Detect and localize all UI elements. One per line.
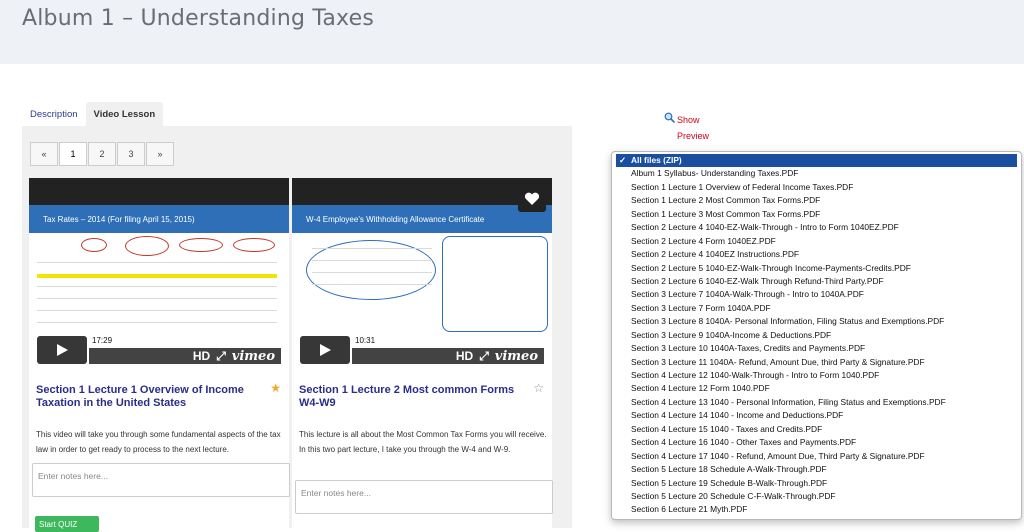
file-option[interactable]: Section 1 Lecture 1 Overview of Federal … [612,181,1021,194]
files-dropdown[interactable]: ✓ All files (ZIP) Album 1 Syllabus- Unde… [611,151,1022,520]
file-option[interactable]: Section 4 Lecture 13 1040 - Personal Inf… [612,396,1021,409]
file-option[interactable]: Section 3 Lecture 10 1040A-Taxes, Credit… [612,342,1021,355]
fullscreen-icon[interactable]: ⤢ [479,349,489,364]
file-option[interactable]: Section 4 Lecture 14 1040 - Income and D… [612,409,1021,422]
fullscreen-icon[interactable]: ⤢ [216,349,226,364]
hd-badge[interactable]: HD [456,349,473,363]
hd-badge[interactable]: HD [193,349,210,363]
pagination-next[interactable]: » [146,142,174,166]
file-option[interactable]: Section 3 Lecture 7 1040A-Walk-Through -… [612,288,1021,301]
vimeo-logo[interactable]: vimeo [495,349,538,364]
page-title: Album 1 – Understanding Taxes [22,6,374,31]
file-option[interactable]: Section 4 Lecture 12 Form 1040.PDF [612,382,1021,395]
page-header: Album 1 – Understanding Taxes [0,0,1024,64]
notes-input[interactable]: Enter notes here... [295,480,553,514]
file-option[interactable]: Section 6 Lecture 21 Myth.PDF [612,503,1021,516]
heart-icon [524,192,540,205]
file-option[interactable]: Section 2 Lecture 5 1040-EZ-Walk-Through… [612,262,1021,275]
tab-description[interactable]: Description [22,102,86,127]
video-player[interactable]: W-4 Employee's Withholding Allowance Cer… [292,178,552,368]
file-option[interactable]: Section 2 Lecture 4 1040-EZ-Walk-Through… [612,221,1021,234]
file-option[interactable]: Section 4 Lecture 15 1040 - Taxes and Cr… [612,423,1021,436]
lecture-description: This video will take you through some fu… [36,430,281,454]
file-option[interactable]: Section 4 Lecture 17 1040 - Refund, Amou… [612,450,1021,463]
checkmark-icon: ✓ [619,155,627,165]
pagination-page-1[interactable]: 1 [59,142,87,166]
lecture-title[interactable]: Section 1 Lecture 2 Most common Forms W4… [299,384,524,410]
file-option[interactable]: Section 5 Lecture 20 Schedule C-F-Walk-T… [612,490,1021,503]
file-option[interactable]: Section 3 Lecture 7 Form 1040A.PDF [612,302,1021,315]
lecture-card: Tax Rates – 2014 (For filing April 15, 2… [29,178,290,528]
slide-title: W-4 Employee's Withholding Allowance Cer… [306,215,485,224]
favorite-star-icon[interactable]: ☆ [533,381,544,395]
lecture-description: This lecture is all about the Most Commo… [299,430,547,454]
pagination-page-2[interactable]: 2 [88,142,116,166]
show-label: Show [677,115,700,125]
file-option[interactable]: Section 2 Lecture 6 1040-EZ-Walk Through… [612,275,1021,288]
notes-input[interactable]: Enter notes here... [32,463,290,497]
file-option[interactable]: Section 2 Lecture 4 Form 1040EZ.PDF [612,235,1021,248]
file-option[interactable]: Section 1 Lecture 2 Most Common Tax Form… [612,194,1021,207]
preview-label: Preview [677,131,710,141]
file-option[interactable]: Section 3 Lecture 9 1040A-Income & Deduc… [612,329,1021,342]
pagination-page-3[interactable]: 3 [117,142,145,166]
file-option[interactable]: Section 3 Lecture 11 1040A- Refund, Amou… [612,356,1021,369]
lecture-title[interactable]: Section 1 Lecture 1 Overview of Income T… [36,384,261,410]
file-option[interactable]: Album 1 Syllabus- Understanding Taxes.PD… [612,167,1021,180]
file-option[interactable]: Section 2 Lecture 4 1040EZ Instructions.… [612,248,1021,261]
play-icon [57,344,68,356]
lesson-tabs: Description Video Lesson [22,102,164,127]
like-heart-button[interactable] [518,186,546,212]
player-controls: HD ⤢ vimeo [352,348,544,364]
play-button[interactable] [37,336,87,364]
vimeo-logo[interactable]: vimeo [232,349,275,364]
file-option[interactable]: Section 5 Lecture 18 Schedule A-Walk-Thr… [612,463,1021,476]
video-player[interactable]: Tax Rates – 2014 (For filing April 15, 2… [29,178,289,368]
lecture-card: W-4 Employee's Withholding Allowance Cer… [292,178,553,528]
tab-video-lesson[interactable]: Video Lesson [85,102,164,127]
start-quiz-button[interactable]: Start QUIZ [35,516,99,532]
file-option[interactable]: Section 5 Lecture 19 Schedule B-Walk-Thr… [612,477,1021,490]
file-option[interactable]: Section 1 Lecture 3 Most Common Tax Form… [612,208,1021,221]
file-list: Album 1 Syllabus- Understanding Taxes.PD… [612,167,1021,516]
file-option[interactable]: Section 4 Lecture 12 1040-Walk-Through -… [612,369,1021,382]
pagination: « 1 2 3 » [30,142,175,166]
favorite-star-icon[interactable]: ★ [270,381,281,395]
file-option[interactable]: Section 3 Lecture 8 1040A- Personal Info… [612,315,1021,328]
file-option[interactable]: Section 4 Lecture 16 1040 - Other Taxes … [612,436,1021,449]
video-duration: 17:29 [89,336,116,345]
slide-title: Tax Rates – 2014 (For filing April 15, 2… [43,215,195,224]
play-button[interactable] [300,336,350,364]
pagination-prev[interactable]: « [30,142,58,166]
player-controls: HD ⤢ vimeo [89,348,281,364]
file-option-selected[interactable]: ✓ All files (ZIP) [616,154,1017,168]
play-icon [320,344,331,356]
show-preview-link[interactable]: Show Preview [666,112,709,144]
video-duration: 10:31 [352,336,379,345]
